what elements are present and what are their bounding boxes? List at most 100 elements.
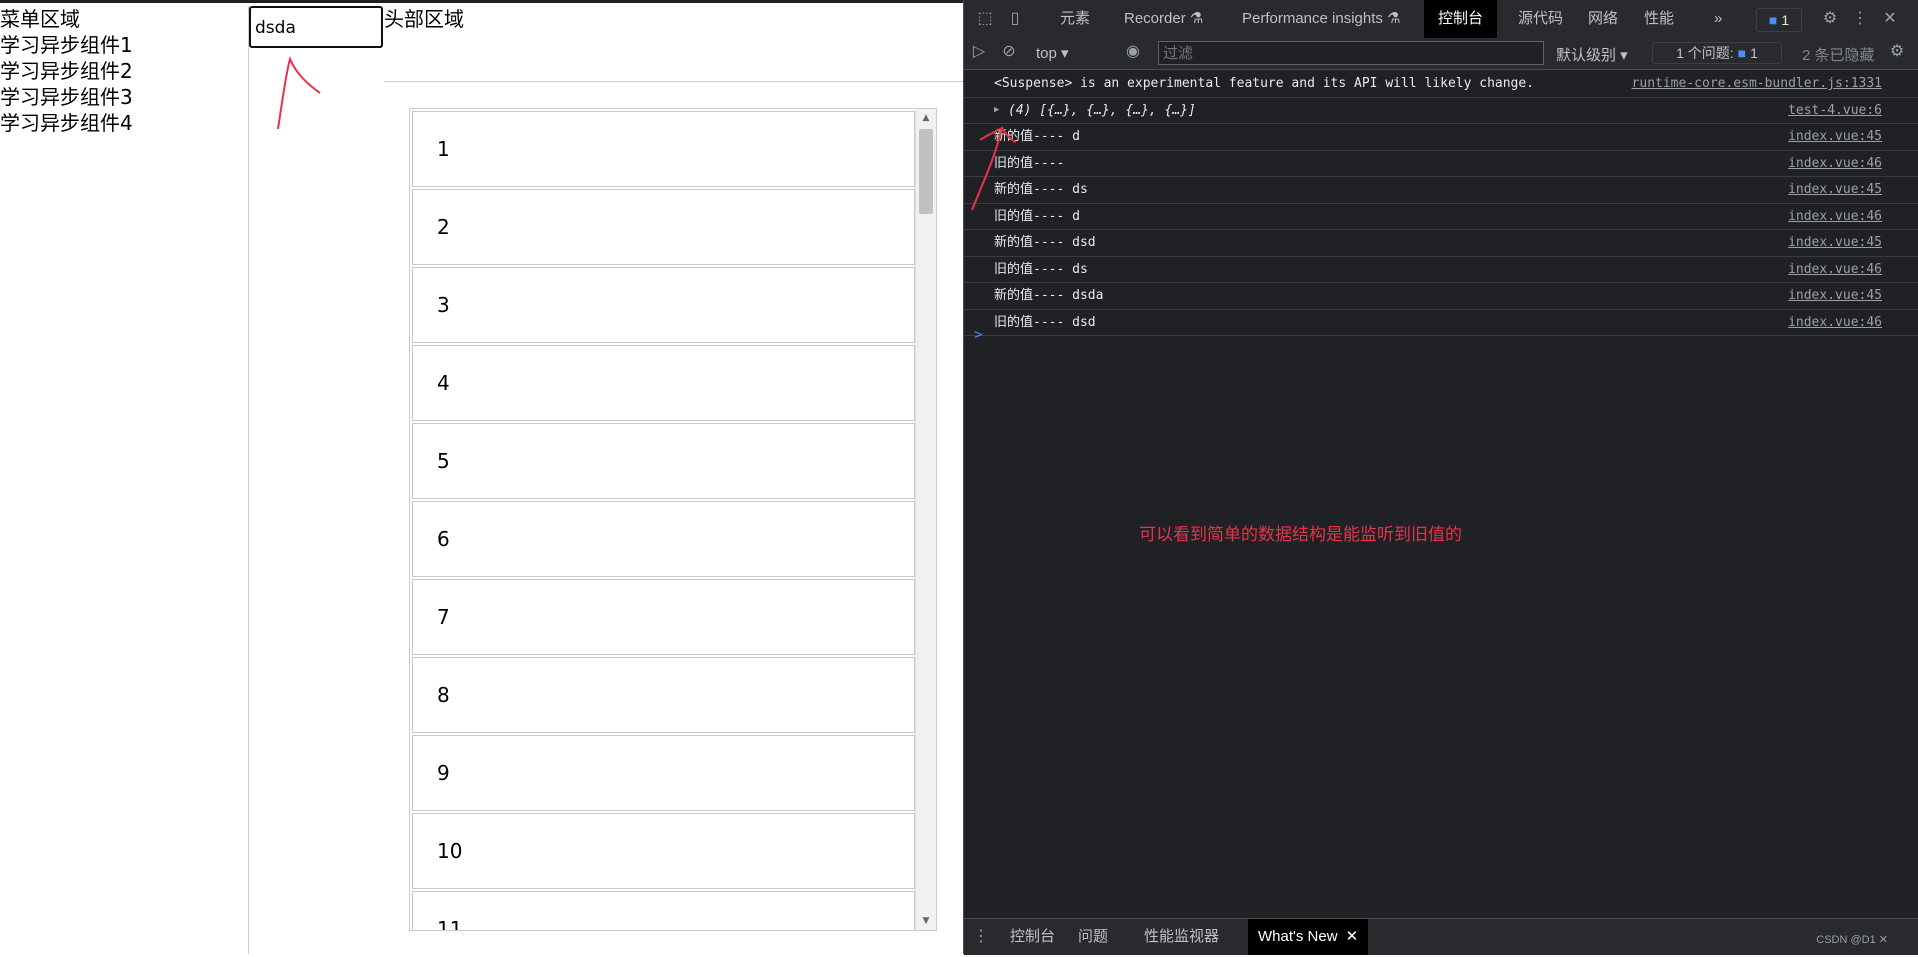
console-source-link[interactable]: index.vue:46: [1788, 151, 1882, 176]
console-message: 新的值---- d: [994, 129, 1080, 144]
console-source-link[interactable]: index.vue:45: [1788, 283, 1882, 308]
console-source-link[interactable]: index.vue:46: [1788, 204, 1882, 229]
console-message: 新的值---- dsd: [994, 235, 1096, 250]
drawer-tab-performance-monitor[interactable]: 性能监视器: [1134, 919, 1229, 955]
list-item: 8: [412, 657, 915, 733]
console-row: 旧的值---- index.vue:46: [964, 151, 1918, 177]
console-source-link[interactable]: runtime-core.esm-bundler.js:1331: [1632, 71, 1882, 96]
list-item: 10: [412, 813, 915, 889]
inspect-element-icon[interactable]: ⬚: [974, 9, 996, 29]
console-prompt[interactable]: >: [974, 327, 982, 343]
app-page: 菜单区域 学习异步组件1 学习异步组件2 学习异步组件3 学习异步组件4 头部区…: [0, 0, 963, 954]
drawer-menu-icon[interactable]: ⋮: [970, 927, 992, 947]
issues-badge[interactable]: ■ 1: [1756, 8, 1802, 32]
expand-triangle-icon[interactable]: ▶: [994, 98, 999, 123]
device-toolbar-icon[interactable]: ▯: [1004, 9, 1026, 29]
console-toolbar: ▷ ⊘ top ▾ ◉ 默认级别 ▾ 1 个问题:■1 2 条已隐藏 ⚙: [964, 38, 1918, 70]
console-row: 新的值---- ds index.vue:45: [964, 177, 1918, 204]
drawer-tab-issues[interactable]: 问题: [1068, 919, 1118, 955]
console-source-link[interactable]: test-4.vue:6: [1788, 98, 1882, 123]
filter-field[interactable]: [1158, 41, 1544, 65]
console-row: ▶ (4) [{…}, {…}, {…}, {…}] test-4.vue:6: [964, 98, 1918, 124]
filter-input[interactable]: [1159, 42, 1543, 64]
console-row: <Suspense> is an experimental feature an…: [964, 71, 1918, 98]
list-item: 5: [412, 423, 915, 499]
console-source-link[interactable]: index.vue:45: [1788, 230, 1882, 255]
list-item: 9: [412, 735, 915, 811]
console-message: 旧的值---- ds: [994, 261, 1088, 277]
menu-title: 菜单区域: [0, 7, 80, 31]
console-source-link[interactable]: index.vue:46: [1788, 310, 1882, 335]
console-source-link[interactable]: index.vue:45: [1788, 177, 1882, 202]
more-tabs-icon[interactable]: »: [1700, 0, 1736, 38]
scroll-down-icon[interactable]: ▼: [916, 912, 936, 930]
list-item: 7: [412, 579, 915, 655]
annotation-note: 可以看到简单的数据结构是能监听到旧值的: [1139, 525, 1462, 544]
search-input[interactable]: [255, 18, 377, 38]
devtools-panel: ⬚ ▯ 元素 Recorder ⚗ Performance insights ⚗…: [963, 0, 1918, 955]
console-row: 旧的值---- ds index.vue:46: [964, 257, 1918, 283]
console-message: 旧的值---- dsd: [994, 314, 1096, 330]
sidebar-toggle-icon[interactable]: ▷: [968, 42, 990, 62]
header-divider: [384, 81, 963, 82]
message-icon: ■: [1768, 12, 1778, 28]
console-row: 新的值---- dsda index.vue:45: [964, 283, 1918, 310]
issues-button-count: 1: [1750, 45, 1758, 61]
issues-button[interactable]: 1 个问题: ■ 1: [1652, 42, 1782, 64]
tab-performance-insights[interactable]: Performance insights ⚗: [1228, 0, 1415, 38]
console-row: 旧的值---- d index.vue:46: [964, 204, 1918, 230]
kebab-menu-icon[interactable]: ⋮: [1849, 9, 1871, 29]
menu-item-2[interactable]: 学习异步组件2: [0, 58, 248, 84]
issues-badge-count: 1: [1781, 12, 1790, 28]
list-item: 1: [412, 111, 915, 187]
list-item: 2: [412, 189, 915, 265]
close-icon[interactable]: ✕: [1346, 928, 1359, 945]
tab-recorder[interactable]: Recorder ⚗: [1110, 0, 1217, 38]
list-item: 6: [412, 501, 915, 577]
log-levels-dropdown[interactable]: 默认级别 ▾: [1556, 44, 1628, 65]
issues-button-label: 1 个问题:: [1676, 45, 1734, 61]
virtual-list[interactable]: 1 2 3 4 5 6 7 8 9 10 11 ▲ ▼: [409, 108, 937, 931]
watermark: CSDN @D1 ✕: [1816, 934, 1888, 946]
list-item: 3: [412, 267, 915, 343]
tab-performance[interactable]: 性能: [1630, 0, 1688, 38]
header-title: 头部区域: [384, 7, 464, 31]
console-message: <Suspense> is an experimental feature an…: [994, 76, 1535, 91]
console-message: 新的值---- ds: [994, 182, 1088, 197]
list-item: 11: [412, 891, 915, 930]
console-message: 新的值---- dsda: [994, 288, 1104, 303]
context-selector[interactable]: top ▾: [1036, 44, 1069, 62]
devtools-tabbar: ⬚ ▯ 元素 Recorder ⚗ Performance insights ⚗…: [964, 0, 1918, 39]
clear-console-icon[interactable]: ⊘: [998, 42, 1020, 62]
tab-elements[interactable]: 元素: [1046, 0, 1104, 38]
console-log: <Suspense> is an experimental feature an…: [964, 71, 1918, 336]
drawer-tab-whats-new-label: What's New: [1258, 928, 1338, 945]
drawer-tab-whats-new[interactable]: What's New ✕: [1248, 919, 1369, 955]
console-source-link[interactable]: index.vue:45: [1788, 124, 1882, 149]
console-row: 新的值---- d index.vue:45: [964, 124, 1918, 151]
menu-item-4[interactable]: 学习异步组件4: [0, 110, 248, 136]
menu-item-3[interactable]: 学习异步组件3: [0, 84, 248, 110]
message-icon: ■: [1737, 45, 1747, 61]
list-content: 1 2 3 4 5 6 7 8 9 10 11: [412, 111, 915, 930]
hidden-count: 2 条已隐藏: [1802, 47, 1875, 64]
gear-icon[interactable]: ⚙: [1819, 9, 1841, 29]
menu-item-1[interactable]: 学习异步组件1: [0, 32, 248, 58]
console-message: 旧的值----: [994, 155, 1065, 171]
search-input-box[interactable]: [249, 6, 383, 48]
tab-sources[interactable]: 源代码: [1504, 0, 1577, 38]
drawer-tabbar: ⋮ 控制台 问题 性能监视器 What's New ✕: [964, 918, 1918, 955]
console-message: (4) [{…}, {…}, {…}, {…}]: [1008, 102, 1196, 118]
scrollbar-thumb[interactable]: [919, 129, 933, 214]
console-settings-gear-icon[interactable]: ⚙: [1886, 42, 1908, 62]
scroll-up-icon[interactable]: ▲: [916, 109, 936, 127]
drawer-tab-console[interactable]: 控制台: [1000, 919, 1065, 955]
eye-icon[interactable]: ◉: [1122, 42, 1144, 62]
close-icon[interactable]: ✕: [1879, 9, 1901, 29]
menu-area: 菜单区域 学习异步组件1 学习异步组件2 学习异步组件3 学习异步组件4: [0, 6, 249, 954]
console-source-link[interactable]: index.vue:46: [1788, 257, 1882, 282]
tab-network[interactable]: 网络: [1574, 0, 1632, 38]
scrollbar[interactable]: ▲ ▼: [915, 109, 936, 930]
tab-console[interactable]: 控制台: [1424, 0, 1498, 38]
console-message: 旧的值---- d: [994, 208, 1080, 224]
